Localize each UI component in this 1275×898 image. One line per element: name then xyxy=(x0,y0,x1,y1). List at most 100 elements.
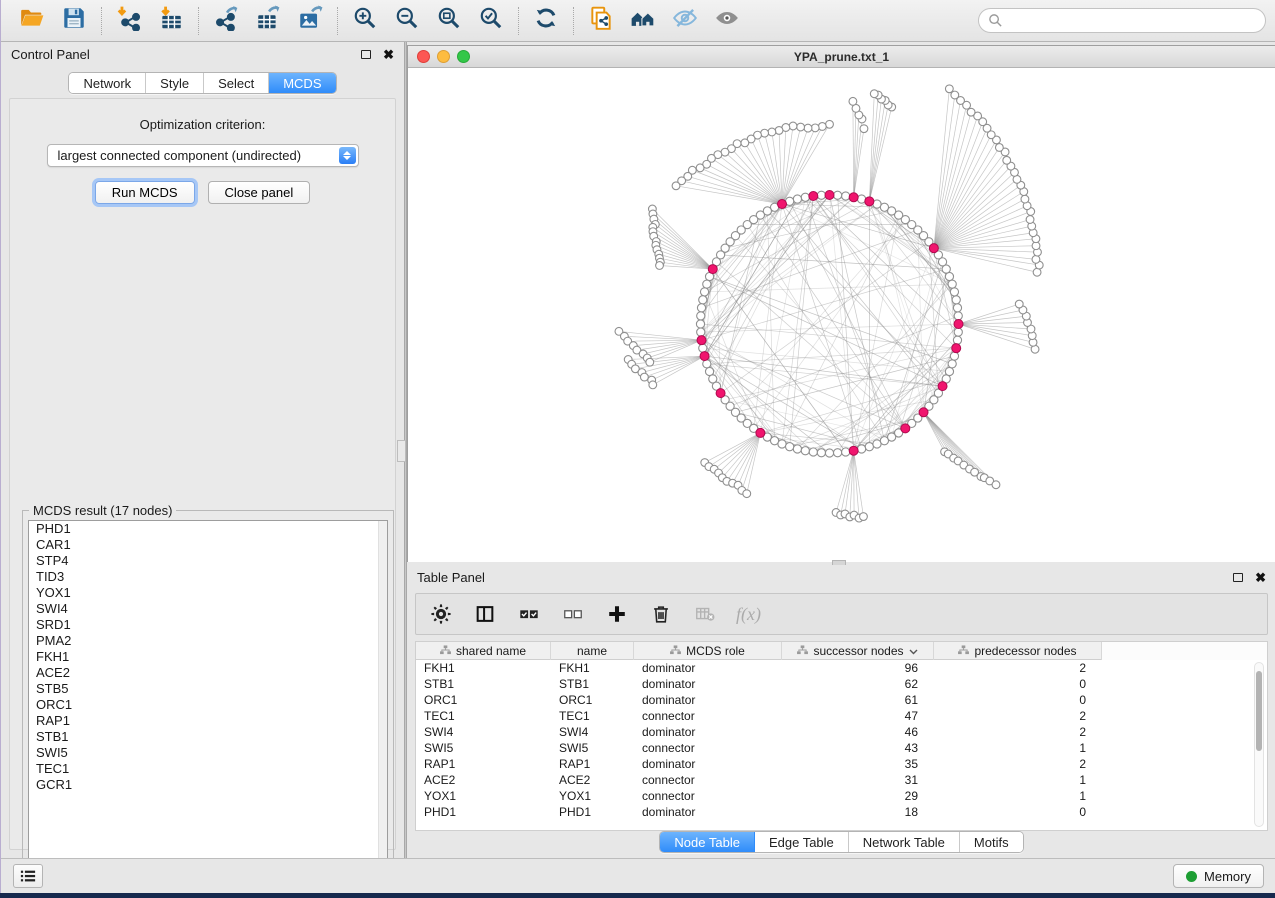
table-row[interactable]: SWI4SWI4dominator462 xyxy=(416,724,1267,740)
table-options-gear-icon[interactable] xyxy=(428,601,454,627)
dominator-node[interactable] xyxy=(929,244,938,253)
float-panel-icon[interactable] xyxy=(361,50,371,59)
refresh-view-button[interactable] xyxy=(525,3,567,39)
tab-motifs[interactable]: Motifs xyxy=(960,832,1023,852)
graph-node[interactable] xyxy=(1032,255,1040,263)
graph-node[interactable] xyxy=(995,144,1003,152)
graph-node[interactable] xyxy=(818,123,826,131)
close-table-panel-icon[interactable]: ✖ xyxy=(1255,571,1266,584)
column-header-predecessor-nodes[interactable]: predecessor nodes xyxy=(934,642,1102,660)
graph-node[interactable] xyxy=(954,312,962,320)
export-table-button[interactable] xyxy=(247,3,289,39)
dominator-node[interactable] xyxy=(825,191,834,200)
graph-node[interactable] xyxy=(849,97,857,105)
graph-node[interactable] xyxy=(793,445,801,453)
graph-node[interactable] xyxy=(768,128,776,136)
dominator-node[interactable] xyxy=(849,193,858,202)
graph-node[interactable] xyxy=(967,108,975,116)
graph-node[interactable] xyxy=(789,122,797,130)
graph-node[interactable] xyxy=(696,164,704,172)
graph-node[interactable] xyxy=(804,124,812,132)
close-window-icon[interactable] xyxy=(417,50,430,63)
graph-node[interactable] xyxy=(1033,268,1041,276)
graph-node[interactable] xyxy=(801,193,809,201)
table-row[interactable]: PHD1PHD1dominator180 xyxy=(416,804,1267,820)
mcds-result-item[interactable]: STB1 xyxy=(29,729,387,745)
mcds-result-item[interactable]: TID3 xyxy=(29,569,387,585)
table-row[interactable]: SWI5SWI5connector431 xyxy=(416,740,1267,756)
graph-node[interactable] xyxy=(842,448,850,456)
graph-node[interactable] xyxy=(809,448,817,456)
mcds-result-item[interactable]: ACE2 xyxy=(29,665,387,681)
graph-node[interactable] xyxy=(775,127,783,135)
graph-node[interactable] xyxy=(672,182,680,190)
graph-node[interactable] xyxy=(945,85,953,93)
duplicate-network-button[interactable] xyxy=(580,3,622,39)
graph-node[interactable] xyxy=(1015,300,1023,308)
import-table-button[interactable] xyxy=(150,3,192,39)
mcds-result-item[interactable]: GCR1 xyxy=(29,777,387,793)
column-header-shared-name[interactable]: shared name xyxy=(416,642,551,660)
save-session-button[interactable] xyxy=(53,3,95,39)
import-network-button[interactable] xyxy=(108,3,150,39)
dominator-node[interactable] xyxy=(697,336,706,345)
mcds-result-item[interactable]: PHD1 xyxy=(29,521,387,537)
table-scrollbar-thumb[interactable] xyxy=(1256,671,1262,751)
zoom-in-button[interactable] xyxy=(344,3,386,39)
node-table[interactable]: shared namenameMCDS rolesuccessor nodesp… xyxy=(415,641,1268,831)
graph-node[interactable] xyxy=(640,373,648,381)
graph-node[interactable] xyxy=(860,125,868,133)
graph-node[interactable] xyxy=(811,124,819,132)
dominator-node[interactable] xyxy=(708,265,717,274)
graph-node[interactable] xyxy=(817,191,825,199)
mcds-result-item[interactable]: STB5 xyxy=(29,681,387,697)
graph-node[interactable] xyxy=(945,367,953,375)
graph-node[interactable] xyxy=(857,445,865,453)
dominator-node[interactable] xyxy=(954,320,963,329)
graph-node[interactable] xyxy=(1026,216,1034,224)
dominator-node[interactable] xyxy=(849,446,858,455)
table-row[interactable]: YOX1YOX1connector291 xyxy=(416,788,1267,804)
run-mcds-button[interactable]: Run MCDS xyxy=(95,181,195,204)
tab-network[interactable]: Network xyxy=(69,73,146,93)
tab-mcds[interactable]: MCDS xyxy=(269,73,335,93)
memory-button[interactable]: Memory xyxy=(1173,864,1264,888)
tab-edge-table[interactable]: Edge Table xyxy=(755,832,849,852)
dominator-node[interactable] xyxy=(901,424,910,433)
graph-node[interactable] xyxy=(826,120,834,128)
show-column-panel-icon[interactable] xyxy=(472,601,498,627)
open-file-button[interactable] xyxy=(11,3,53,39)
tab-network-table[interactable]: Network Table xyxy=(849,832,960,852)
graph-node[interactable] xyxy=(741,139,749,147)
dominator-node[interactable] xyxy=(865,197,874,206)
table-row[interactable]: FKH1FKH1dominator962 xyxy=(416,660,1267,676)
graph-node[interactable] xyxy=(834,191,842,199)
graph-node[interactable] xyxy=(952,296,960,304)
graph-node[interactable] xyxy=(646,358,654,366)
dominator-node[interactable] xyxy=(778,200,787,209)
export-image-button[interactable] xyxy=(289,3,331,39)
column-header-successor-nodes[interactable]: successor nodes xyxy=(782,642,934,660)
maximize-window-icon[interactable] xyxy=(457,50,470,63)
network-window-titlebar[interactable]: YPA_prune.txt_1 xyxy=(408,46,1275,68)
graph-node[interactable] xyxy=(703,280,711,288)
dominator-node[interactable] xyxy=(756,428,765,437)
graph-node[interactable] xyxy=(793,195,801,203)
result-list-scrollbar[interactable] xyxy=(378,521,387,874)
dominator-node[interactable] xyxy=(952,344,961,353)
hide-selected-button[interactable] xyxy=(664,3,706,39)
graph-node[interactable] xyxy=(697,304,705,312)
graph-node[interactable] xyxy=(950,352,958,360)
dominator-node[interactable] xyxy=(700,352,709,361)
zoom-out-button[interactable] xyxy=(386,3,428,39)
graph-node[interactable] xyxy=(834,449,842,457)
tab-style[interactable]: Style xyxy=(146,73,204,93)
graph-node[interactable] xyxy=(699,344,707,352)
graph-node[interactable] xyxy=(860,513,868,521)
graph-node[interactable] xyxy=(870,90,878,98)
zoom-selected-button[interactable] xyxy=(470,3,512,39)
graph-node[interactable] xyxy=(697,312,705,320)
deselect-all-rows-icon[interactable] xyxy=(560,601,586,627)
graph-node[interactable] xyxy=(778,440,786,448)
mcds-result-item[interactable]: CAR1 xyxy=(29,537,387,553)
